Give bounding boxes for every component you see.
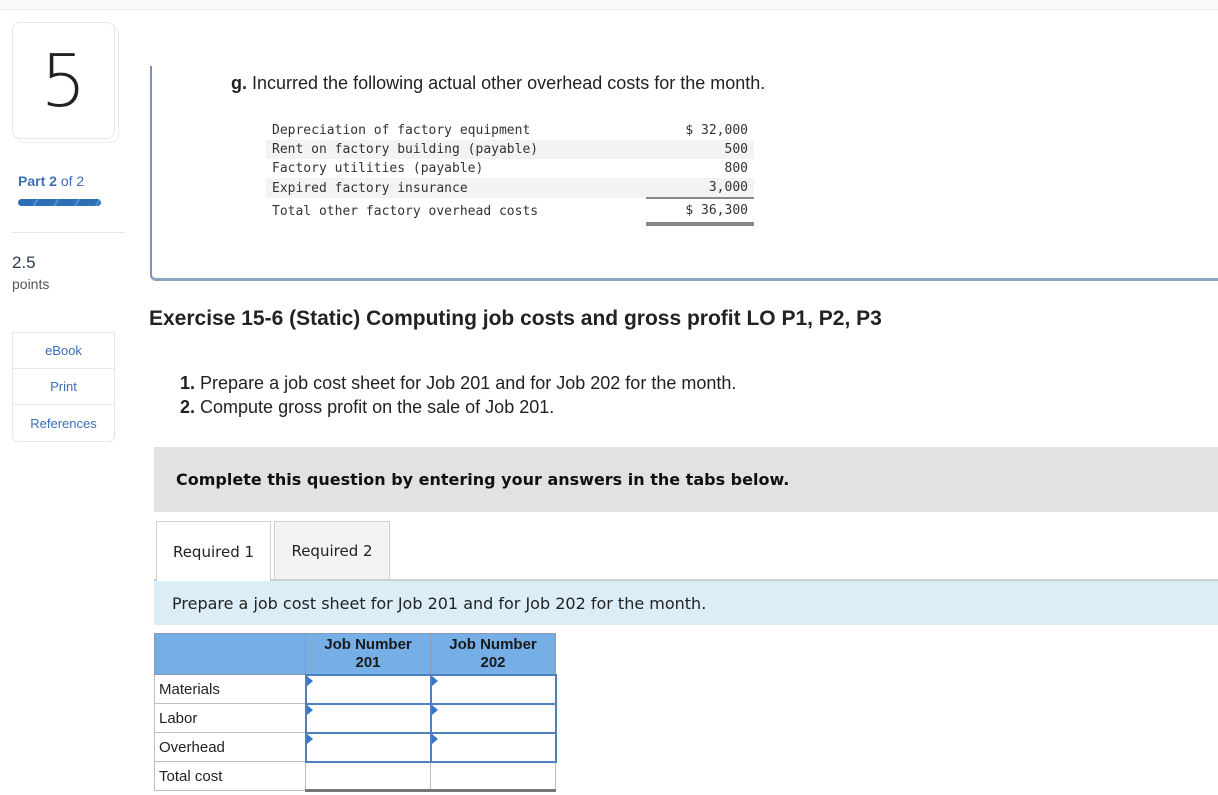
input-flag-icon bbox=[431, 733, 438, 744]
header-line2: 201 bbox=[355, 653, 381, 671]
item-letter: g. bbox=[231, 73, 247, 93]
header-line2: 202 bbox=[480, 653, 506, 671]
overhead-costs-table: Depreciation of factory equipment $ 32,0… bbox=[266, 121, 754, 226]
header-line1: Job Number bbox=[449, 635, 537, 653]
references-button[interactable]: References bbox=[13, 405, 114, 441]
materials-202-input[interactable] bbox=[431, 675, 555, 703]
overhead-row-amount: 800 bbox=[724, 161, 748, 176]
row-label-labor: Labor bbox=[154, 703, 306, 733]
complete-banner: Complete this question by entering your … bbox=[154, 447, 1218, 512]
points-label: points bbox=[12, 276, 50, 292]
total-cost-202 bbox=[430, 761, 556, 792]
tab-required-1[interactable]: Required 1 bbox=[156, 521, 271, 581]
overhead-total-row: Total other factory overhead costs $ 36,… bbox=[266, 198, 754, 226]
labor-201-input[interactable] bbox=[306, 704, 430, 732]
overhead-row: Rent on factory building (payable) 500 bbox=[266, 140, 754, 159]
overhead-intro-text: Incurred the following actual other over… bbox=[252, 73, 766, 93]
header-blank bbox=[154, 633, 306, 675]
task-text: Compute gross profit on the sale of Job … bbox=[200, 397, 555, 417]
overhead-row-label: Depreciation of factory equipment bbox=[272, 123, 531, 138]
overhead-row-amount: 3,000 bbox=[646, 178, 754, 199]
table-row-total: Total cost bbox=[154, 761, 556, 792]
overhead-row: Expired factory insurance 3,000 bbox=[266, 178, 754, 199]
row-label-total-cost: Total cost bbox=[154, 761, 306, 791]
header-job-202: Job Number 202 bbox=[430, 633, 556, 675]
task-list: 1. Prepare a job cost sheet for Job 201 … bbox=[180, 371, 736, 419]
overhead-row-amount: $ 32,000 bbox=[685, 123, 748, 138]
part-current: 2 bbox=[49, 173, 57, 189]
input-flag-icon bbox=[306, 675, 313, 686]
overhead-202-input[interactable] bbox=[431, 733, 555, 761]
overhead-row: Depreciation of factory equipment $ 32,0… bbox=[266, 121, 754, 140]
task-item: 2. Compute gross profit on the sale of J… bbox=[180, 395, 736, 419]
header-job-201: Job Number 201 bbox=[305, 633, 431, 675]
row-label-overhead: Overhead bbox=[154, 732, 306, 762]
header-line1: Job Number bbox=[324, 635, 412, 653]
materials-201-input[interactable] bbox=[306, 675, 430, 703]
sidebar-divider bbox=[12, 232, 125, 233]
part-of: of 2 bbox=[60, 173, 85, 189]
overhead-201-input[interactable] bbox=[306, 733, 430, 761]
input-flag-icon bbox=[431, 675, 438, 686]
table-row: Materials bbox=[154, 673, 557, 705]
ebook-button[interactable]: eBook bbox=[13, 333, 114, 369]
materials-201-input-cell[interactable] bbox=[304, 673, 432, 705]
total-cost-201 bbox=[305, 761, 431, 792]
part-progress-bar bbox=[18, 199, 101, 206]
overhead-row-label: Expired factory insurance bbox=[266, 178, 646, 198]
materials-202-input-cell[interactable] bbox=[429, 673, 557, 705]
task-text: Prepare a job cost sheet for Job 201 and… bbox=[200, 373, 737, 393]
part-word: Part bbox=[18, 173, 46, 189]
part-label: Part 2 bbox=[18, 173, 57, 189]
overhead-total-amount: $ 36,300 bbox=[646, 198, 754, 226]
overhead-intro: g. Incurred the following actual other o… bbox=[231, 73, 765, 94]
job-cost-table: Job Number 201 Job Number 202 Materials La… bbox=[154, 633, 557, 792]
part-indicator: Part 2 of 2 bbox=[18, 173, 84, 189]
input-flag-icon bbox=[306, 733, 313, 744]
labor-202-input[interactable] bbox=[431, 704, 555, 732]
overhead-201-input-cell[interactable] bbox=[304, 731, 432, 763]
question-number: 5 bbox=[40, 38, 87, 123]
labor-202-input-cell[interactable] bbox=[429, 702, 557, 734]
task-item: 1. Prepare a job cost sheet for Job 201 … bbox=[180, 371, 736, 395]
print-button[interactable]: Print bbox=[13, 369, 114, 405]
exercise-title: Exercise 15-6 (Static) Computing job cos… bbox=[149, 307, 882, 330]
input-flag-icon bbox=[306, 704, 313, 715]
table-row: Overhead bbox=[154, 731, 557, 763]
resource-buttons: eBook Print References bbox=[12, 332, 115, 442]
overhead-row-amount: 500 bbox=[646, 140, 754, 159]
question-number-card: 5 bbox=[12, 22, 115, 139]
task-number: 1. bbox=[180, 373, 196, 393]
table-row: Labor bbox=[154, 702, 557, 734]
labor-201-input-cell[interactable] bbox=[304, 702, 432, 734]
top-bar bbox=[0, 0, 1218, 10]
row-label-materials: Materials bbox=[154, 674, 306, 704]
input-flag-icon bbox=[431, 704, 438, 715]
instruction-banner: Prepare a job cost sheet for Job 201 and… bbox=[154, 581, 1218, 625]
overhead-row-label: Rent on factory building (payable) bbox=[266, 140, 646, 159]
task-number: 2. bbox=[180, 397, 196, 417]
overhead-202-input-cell[interactable] bbox=[429, 731, 557, 763]
overhead-row-label: Factory utilities (payable) bbox=[272, 161, 484, 176]
overhead-total-label: Total other factory overhead costs bbox=[272, 203, 539, 219]
overhead-row: Factory utilities (payable) 800 bbox=[266, 159, 754, 178]
tab-required-2[interactable]: Required 2 bbox=[274, 521, 390, 580]
points-value: 2.5 bbox=[12, 253, 36, 272]
job-table-header: Job Number 201 Job Number 202 bbox=[154, 633, 556, 675]
